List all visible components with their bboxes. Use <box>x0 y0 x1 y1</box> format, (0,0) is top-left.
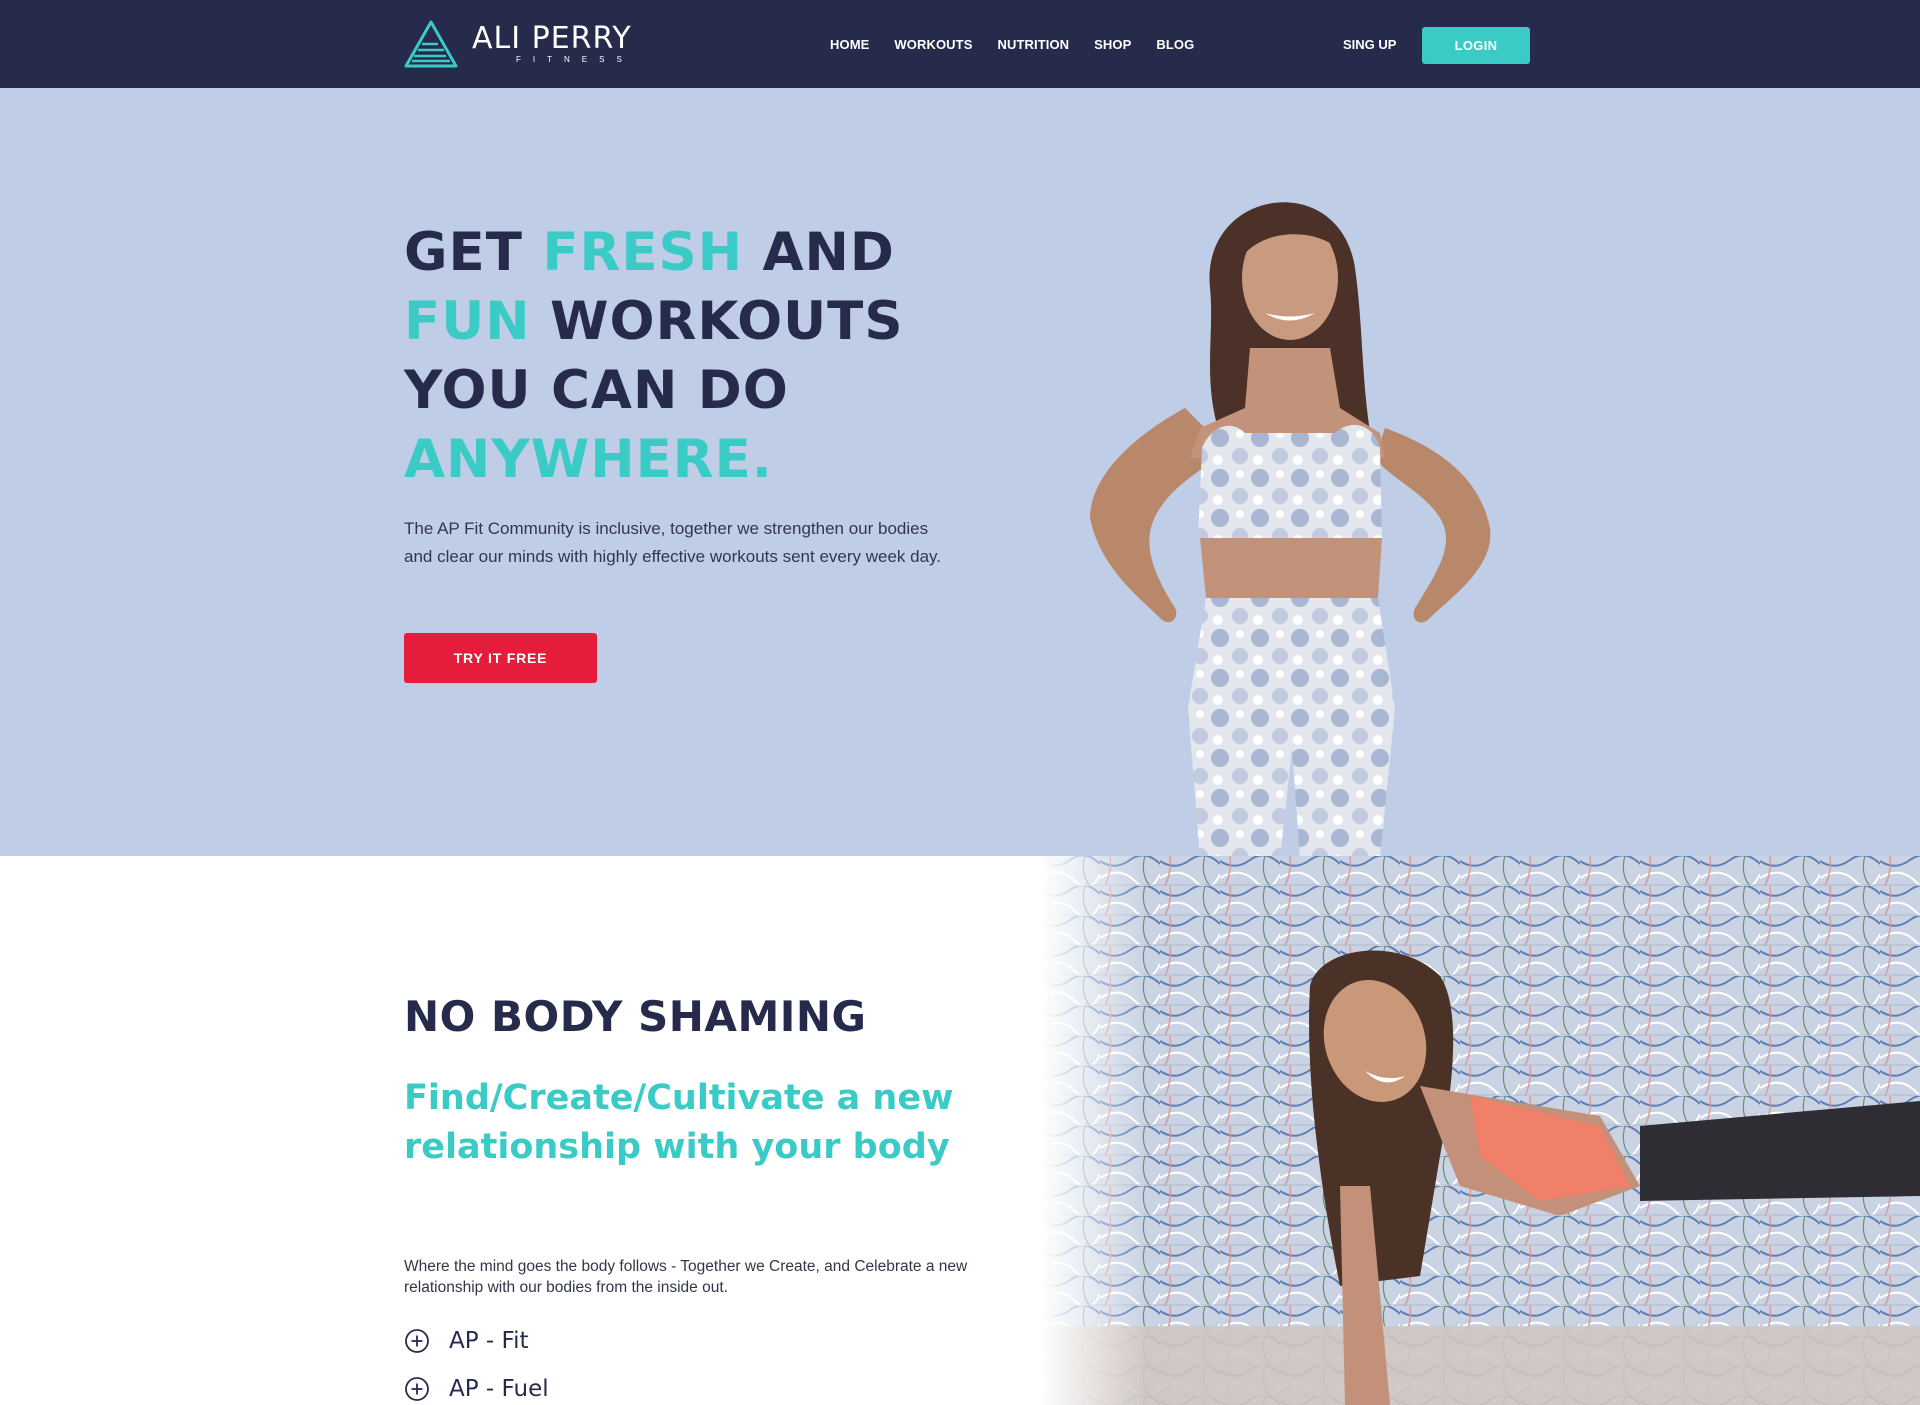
title-word-get: GET <box>404 222 543 283</box>
top-navigation: ALI PERRY FITNESS HOME WORKOUTS NUTRITIO… <box>0 0 1920 88</box>
hero-section: GET FRESH AND FUN WORKOUTS YOU CAN DO AN… <box>0 88 1920 856</box>
nav-blog[interactable]: BLOG <box>1156 37 1194 52</box>
accordion-label: AP - Fit <box>449 1328 529 1354</box>
try-it-free-button[interactable]: TRY IT FREE <box>404 633 597 683</box>
signup-link[interactable]: SING UP <box>1343 37 1396 52</box>
nav-nutrition[interactable]: NUTRITION <box>997 37 1069 52</box>
nav-shop[interactable]: SHOP <box>1094 37 1131 52</box>
login-button[interactable]: LOGIN <box>1422 27 1530 64</box>
title-word-fresh: FRESH <box>542 222 744 283</box>
plus-circle-icon <box>405 1329 429 1353</box>
title-word-workouts: WORKOUTS <box>530 291 904 352</box>
accordion-label: AP - Fuel <box>449 1376 549 1402</box>
title-word-fun: FUN <box>404 291 531 352</box>
brand-tagline: FITNESS <box>516 55 634 64</box>
main-menu: HOME WORKOUTS NUTRITION SHOP BLOG <box>830 0 1219 88</box>
brand-logo[interactable]: ALI PERRY FITNESS <box>404 20 634 68</box>
pushup-model-photo <box>1040 856 1920 1405</box>
section-description: Where the mind goes the body follows - T… <box>404 1258 968 1296</box>
nav-workouts[interactable]: WORKOUTS <box>894 37 972 52</box>
hero-model-photo <box>1090 202 1491 856</box>
section-title: NO BODY SHAMING <box>404 992 867 1041</box>
plus-circle-icon <box>405 1377 429 1401</box>
title-line-you-can-do: YOU CAN DO <box>404 360 789 421</box>
brand-name: ALI PERRY <box>472 21 632 56</box>
hero-description: The AP Fit Community is inclusive, toget… <box>404 519 942 566</box>
accordion-ap-fit[interactable]: AP - Fit <box>404 1328 529 1354</box>
title-word-anywhere: ANYWHERE. <box>404 429 773 490</box>
title-word-and: AND <box>743 222 895 283</box>
hero-title: GET FRESH AND FUN WORKOUTS YOU CAN DO AN… <box>404 218 904 494</box>
no-body-shaming-section: NO BODY SHAMING Find/Create/Cultivate a … <box>0 856 1920 1405</box>
nav-home[interactable]: HOME <box>830 37 869 52</box>
accordion-ap-fuel[interactable]: AP - Fuel <box>404 1376 549 1402</box>
section-subtitle: Find/Create/Cultivate a new relationship… <box>404 1078 954 1167</box>
triangle-logo-icon <box>404 20 458 68</box>
